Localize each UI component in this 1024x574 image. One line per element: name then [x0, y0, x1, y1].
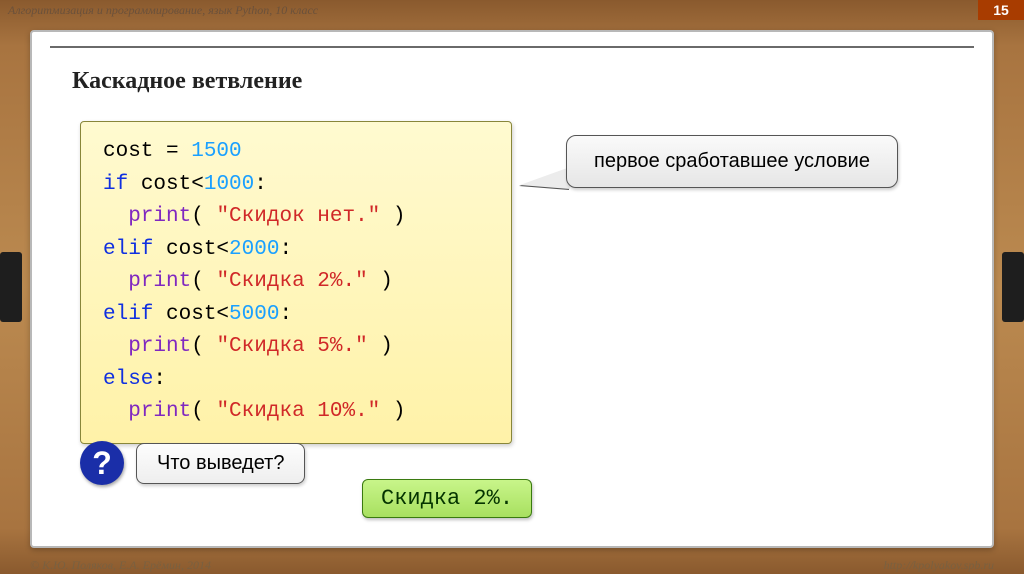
page-number-badge: 15: [978, 0, 1024, 20]
header-bar: Алгоритмизация и программирование, язык …: [0, 0, 1024, 20]
slide-title: Каскадное ветвление: [72, 68, 952, 95]
binder-bracket-left: [0, 252, 22, 322]
footer-bar: © К.Ю. Поляков, Е.А. Ерёмин, 2014 http:/…: [0, 556, 1024, 574]
question-mark-icon: ?: [80, 441, 124, 485]
answer-box: Скидка 2%.: [362, 479, 532, 518]
question-box: Что выведет?: [136, 443, 305, 484]
breadcrumb: Алгоритмизация и программирование, язык …: [8, 3, 318, 18]
binder-bracket-right: [1002, 252, 1024, 322]
code-block: cost = 1500 if cost<1000: print( "Скидок…: [80, 121, 512, 444]
slide-card: Каскадное ветвление cost = 1500 if cost<…: [30, 30, 994, 548]
callout-tail-icon: [520, 167, 570, 189]
callout-box: первое сработавшее условие: [566, 135, 898, 188]
question-row: ? Что выведет?: [80, 441, 305, 485]
footer-copyright: © К.Ю. Поляков, Е.А. Ерёмин, 2014: [30, 558, 211, 573]
footer-url: http://kpolyakov.spb.ru: [884, 558, 994, 573]
